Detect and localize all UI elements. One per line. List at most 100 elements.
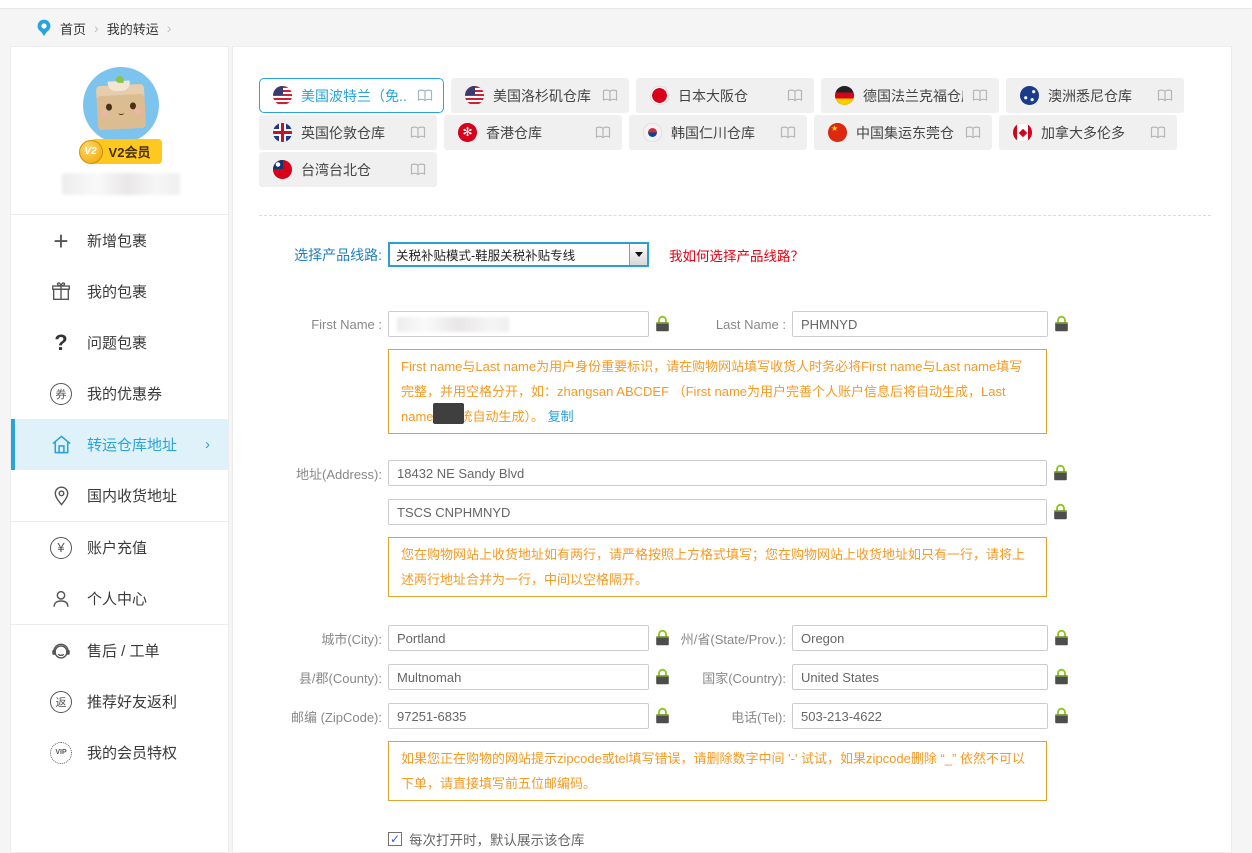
warehouse-icon xyxy=(49,433,73,456)
copy-icon[interactable] xyxy=(1054,315,1069,333)
recharge-icon: ¥ xyxy=(49,537,73,559)
sidebar-item-referral-rebate[interactable]: 返 推荐好友返利 xyxy=(11,676,228,727)
tel-field[interactable]: 503-213-4622 xyxy=(792,703,1048,729)
breadcrumb-home[interactable]: 首页 xyxy=(60,19,86,38)
sidebar-menu: + 新增包裹 我的包裹 ? 问题包裹 券 我的优惠券 转运仓库地址 › xyxy=(11,214,228,778)
tab-warehouse-uk-london[interactable]: 英国伦敦仓库 xyxy=(259,115,437,150)
address-line2-field[interactable]: TSCS CNPHMNYD xyxy=(388,499,1047,525)
county-field[interactable]: Multnomah xyxy=(388,664,649,690)
tab-warehouse-kr-incheon[interactable]: 韩国仁川仓库 xyxy=(629,115,807,150)
flag-uk-icon xyxy=(273,123,292,142)
flag-tw-icon xyxy=(273,160,292,179)
tab-warehouse-us-portland[interactable]: 美国波特兰（免... xyxy=(259,78,444,113)
section-divider xyxy=(259,215,1211,216)
default-warehouse-checkbox[interactable]: ✓ xyxy=(388,832,402,846)
question-icon: ? xyxy=(49,332,73,354)
city-field[interactable]: Portland xyxy=(388,625,649,651)
book-icon[interactable] xyxy=(410,163,426,176)
sidebar-item-warehouse-address[interactable]: 转运仓库地址 › xyxy=(11,419,228,470)
country-field[interactable]: United States xyxy=(792,664,1048,690)
sidebar-item-member-privileges[interactable]: VIP 我的会员特权 xyxy=(11,727,228,778)
book-icon[interactable] xyxy=(780,126,796,139)
flag-jp-icon xyxy=(650,86,669,105)
copy-icon[interactable] xyxy=(655,707,670,725)
breadcrumb-current[interactable]: 我的转运 xyxy=(107,19,159,38)
copy-icon[interactable] xyxy=(1053,503,1068,521)
copy-icon[interactable] xyxy=(655,315,670,333)
book-icon[interactable] xyxy=(602,89,618,102)
tab-warehouse-au-sydney[interactable]: 澳洲悉尼仓库 xyxy=(1006,78,1184,113)
city-label: 城市(City): xyxy=(259,629,388,648)
book-icon[interactable] xyxy=(417,89,433,102)
zip-tel-row: 邮编 (ZipCode): 97251-6835 电话(Tel): 503-21… xyxy=(259,703,1231,729)
book-icon[interactable] xyxy=(1157,89,1173,102)
package-icon xyxy=(49,281,73,303)
sidebar-item-my-packages[interactable]: 我的包裹 xyxy=(11,266,228,317)
product-line-help-link[interactable]: 我如何选择产品线路？ xyxy=(669,245,804,265)
sidebar-item-problem-packages[interactable]: ? 问题包裹 xyxy=(11,317,228,368)
membership-badge: V2 V2会员 xyxy=(79,139,163,164)
tab-warehouse-ca-toronto[interactable]: 加拿大多伦多 xyxy=(999,115,1177,150)
tab-warehouse-cn-dongguan[interactable]: 中国集运东莞仓 xyxy=(814,115,992,150)
address-row-2: TSCS CNPHMNYD xyxy=(259,499,1231,525)
book-icon[interactable] xyxy=(595,126,611,139)
state-label: 州/省(State/Prov.): xyxy=(676,629,792,648)
last-name-label: Last Name : xyxy=(676,317,792,332)
product-line-select[interactable]: 关税补贴模式-鞋服关税补贴专线 xyxy=(388,242,649,267)
address-label: 地址(Address): xyxy=(259,464,388,483)
product-line-row: 选择产品线路: 关税补贴模式-鞋服关税补贴专线 我如何选择产品线路？ xyxy=(259,242,1231,267)
flag-cn-icon xyxy=(828,123,847,142)
username-blurred xyxy=(62,173,180,195)
copy-icon[interactable] xyxy=(655,629,670,647)
copy-icon[interactable] xyxy=(1053,464,1068,482)
tab-warehouse-de-frankfurt[interactable]: 德国法兰克福仓库 xyxy=(821,78,999,113)
book-icon[interactable] xyxy=(965,126,981,139)
sidebar-item-account-recharge[interactable]: ¥ 账户充值 xyxy=(11,522,228,573)
flag-us-icon xyxy=(465,86,484,105)
coupon-icon: 券 xyxy=(49,383,73,405)
sidebar-item-personal-center[interactable]: 个人中心 xyxy=(11,573,228,624)
last-name-field[interactable]: PHMNYD xyxy=(792,311,1048,337)
copy-icon[interactable] xyxy=(1054,668,1069,686)
breadcrumb-separator: › xyxy=(167,20,172,36)
default-warehouse-row: ✓ 每次打开时，默认展示该仓库 xyxy=(388,829,1231,849)
tab-warehouse-hk[interactable]: 香港仓库 xyxy=(444,115,622,150)
copy-icon[interactable] xyxy=(1054,629,1069,647)
copy-icon[interactable] xyxy=(655,668,670,686)
flag-au-icon xyxy=(1020,86,1039,105)
tab-warehouse-us-la[interactable]: 美国洛杉矶仓库 xyxy=(451,78,629,113)
warehouse-tabs: 美国波特兰（免... 美国洛杉矶仓库 日本大阪仓 德国法兰克福仓库 澳洲悉尼仓库… xyxy=(259,78,1189,187)
first-name-field[interactable] xyxy=(388,311,649,337)
tooltip-overlay xyxy=(433,403,464,424)
vip-badge-icon: VIP xyxy=(49,742,73,764)
sidebar: V2 V2会员 + 新增包裹 我的包裹 ? 问题包裹 券 我的优惠券 转运仓 xyxy=(10,46,229,853)
tab-warehouse-tw-taipei[interactable]: 台湾台北仓 xyxy=(259,152,437,187)
sidebar-item-domestic-address[interactable]: 国内收货地址 xyxy=(11,470,228,521)
copy-icon[interactable] xyxy=(1054,707,1069,725)
tel-label: 电话(Tel): xyxy=(676,707,792,726)
name-row: First Name : Last Name : PHMNYD xyxy=(259,311,1231,337)
select-dropdown-arrow-icon[interactable] xyxy=(629,244,647,265)
country-label: 国家(Country): xyxy=(676,668,792,687)
breadcrumb-separator: › xyxy=(94,20,99,36)
flag-ca-icon xyxy=(1013,123,1032,142)
name-notice-text: First name与Last name为用户身份重要标识，请在购物网站填写收货… xyxy=(401,359,1022,424)
copy-link[interactable]: 复制 xyxy=(548,409,574,424)
sidebar-item-add-package[interactable]: + 新增包裹 xyxy=(11,215,228,266)
state-field[interactable]: Oregon xyxy=(792,625,1048,651)
book-icon[interactable] xyxy=(972,89,988,102)
book-icon[interactable] xyxy=(1150,126,1166,139)
book-icon[interactable] xyxy=(787,89,803,102)
zipcode-field[interactable]: 97251-6835 xyxy=(388,703,649,729)
chevron-right-icon: › xyxy=(205,436,210,453)
sidebar-item-aftersales-tickets[interactable]: 售后 / 工单 xyxy=(11,625,228,676)
tab-warehouse-jp-osaka[interactable]: 日本大阪仓 xyxy=(636,78,814,113)
headset-icon xyxy=(49,640,73,662)
address-line1-field[interactable]: 18432 NE Sandy Blvd xyxy=(388,460,1047,486)
pin-icon xyxy=(49,485,73,507)
flag-de-icon xyxy=(835,86,854,105)
avatar[interactable] xyxy=(83,67,159,143)
sidebar-item-my-coupons[interactable]: 券 我的优惠券 xyxy=(11,368,228,419)
location-pin-icon xyxy=(36,19,52,37)
book-icon[interactable] xyxy=(410,126,426,139)
